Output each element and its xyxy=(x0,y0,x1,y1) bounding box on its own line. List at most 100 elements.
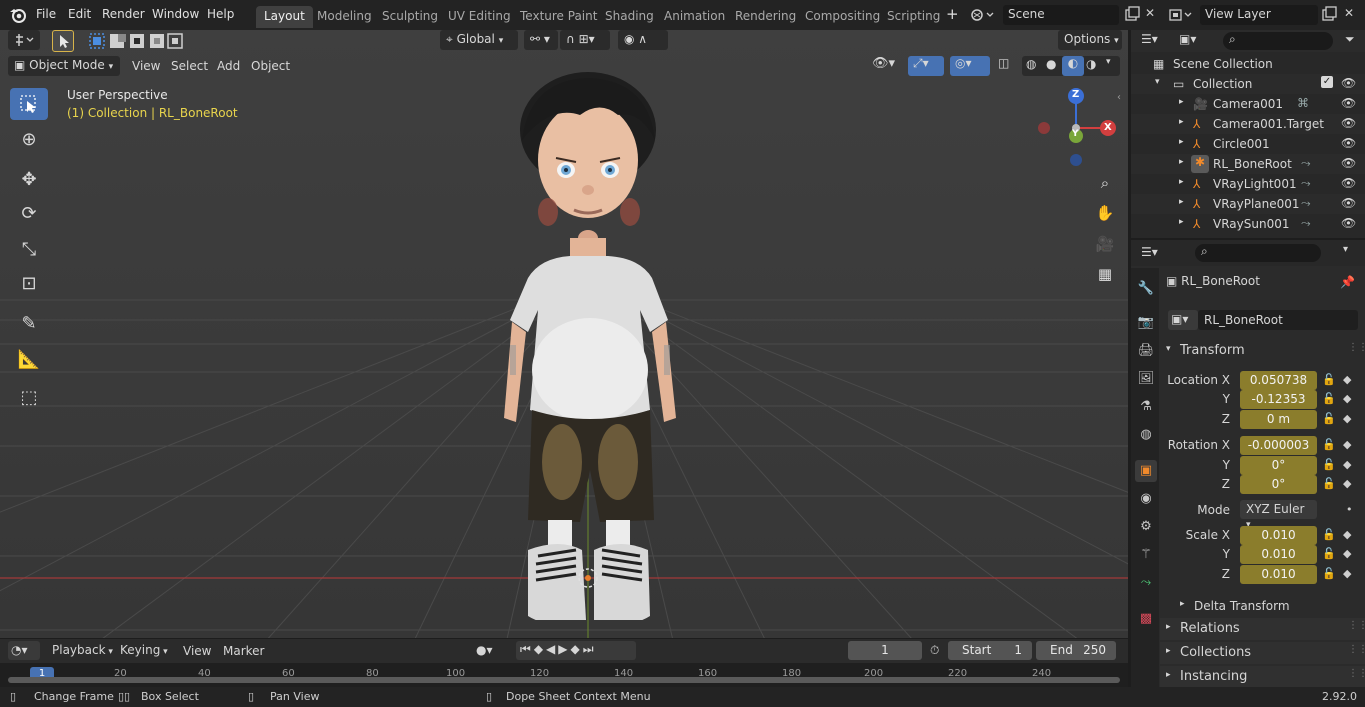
solid-shading-icon[interactable]: ● xyxy=(1046,57,1056,71)
gizmo-toggle[interactable]: ⤢▾ xyxy=(908,56,944,76)
scene-name-field[interactable]: Scene xyxy=(1003,5,1119,25)
annotate-tool[interactable]: ✎ xyxy=(10,308,48,340)
remove-view-layer-icon[interactable]: ✕ xyxy=(1344,6,1358,22)
properties-search-input[interactable]: ⌕ xyxy=(1195,244,1321,262)
zoom-icon[interactable]: ⌕ xyxy=(1092,170,1118,196)
menu-render[interactable]: Render xyxy=(102,7,145,21)
timeline-ruler[interactable]: 1 20 40 60 80 100 120 140 160 180 200 22… xyxy=(0,663,1128,687)
lock-icon[interactable]: 🔓 xyxy=(1322,528,1336,541)
drag-handle-icon[interactable]: ⋮⋮ xyxy=(1348,342,1365,353)
outliner-item-camera001[interactable]: ▸ 🎥 Camera001 ⌘ 👁 xyxy=(1131,94,1365,114)
shading-options-chevron-icon[interactable]: ▾ xyxy=(1106,57,1111,67)
add-workspace-button[interactable]: + xyxy=(946,5,959,23)
viewport-menu-add[interactable]: Add xyxy=(217,59,240,73)
material-shading-icon[interactable]: ◐ xyxy=(1062,56,1084,76)
pin-icon[interactable]: 📌 xyxy=(1340,275,1355,289)
outliner-item-rl-boneroot[interactable]: ▸ ✱ RL_BoneRoot ⤳ 👁 xyxy=(1131,154,1365,174)
keyframe-diamond-icon[interactable]: ◆ xyxy=(1343,392,1351,405)
timeline-editor-type[interactable]: ◔▾ xyxy=(8,641,40,660)
lock-icon[interactable]: 🔓 xyxy=(1322,458,1336,471)
lock-icon[interactable]: 🔓 xyxy=(1322,392,1336,405)
camera-view-icon[interactable]: 🎥 xyxy=(1092,231,1118,257)
tab-layout[interactable]: Layout xyxy=(256,6,313,28)
timeline-view-menu[interactable]: View xyxy=(183,644,211,663)
outliner-editor-icon[interactable]: ☰▾ xyxy=(1141,32,1158,46)
transform-tool[interactable]: ⊡ xyxy=(10,268,48,300)
eye-icon[interactable]: 👁 xyxy=(1341,96,1356,110)
outliner-collection[interactable]: ▾ ▭ Collection ✓ 👁 xyxy=(1131,74,1365,94)
tool-settings-tab-icon[interactable]: 🔧 xyxy=(1135,278,1157,300)
lock-icon[interactable]: 🔓 xyxy=(1322,547,1336,560)
tab-rendering[interactable]: Rendering xyxy=(727,6,804,28)
view-layer-selector-icon[interactable] xyxy=(1168,5,1198,25)
rotate-tool[interactable]: ⟳ xyxy=(10,198,48,230)
expand-chevron-icon[interactable]: ▸ xyxy=(1179,97,1184,107)
expand-chevron-icon[interactable]: ▾ xyxy=(1155,77,1160,87)
box-select-modes-icon[interactable] xyxy=(88,32,184,50)
eye-icon[interactable]: 👁 xyxy=(1341,116,1356,130)
display-mode-icon[interactable]: ▣▾ xyxy=(1179,32,1196,46)
tab-animation[interactable]: Animation xyxy=(656,6,733,28)
expand-chevron-icon[interactable]: ▸ xyxy=(1179,157,1184,167)
timeline-marker-menu[interactable]: Marker xyxy=(223,644,264,663)
outliner-item-camera001-target[interactable]: ▸ ⅄ Camera001.Target 👁 xyxy=(1131,114,1365,134)
render-tab-icon[interactable]: 📷 xyxy=(1135,312,1157,334)
modifiers-tab-icon[interactable]: ◉ xyxy=(1135,488,1157,510)
scale-tool[interactable]: ⤡ xyxy=(10,234,48,266)
outliner-scene-collection[interactable]: ▦ Scene Collection xyxy=(1131,54,1365,74)
menu-edit[interactable]: Edit xyxy=(68,7,91,21)
physics-tab-icon[interactable]: ⚚ xyxy=(1135,544,1157,566)
rotation-z-field[interactable]: 0° xyxy=(1240,475,1317,494)
3d-viewport[interactable]: ⌖ Global ▾ ⚯ ▾ ∩ ⊞▾ ◉ ∧ Options ▾ ▣ Obje… xyxy=(0,30,1128,638)
new-scene-icon[interactable] xyxy=(1123,5,1141,23)
lock-icon[interactable]: 🔓 xyxy=(1322,373,1336,386)
viewport-menu-select[interactable]: Select xyxy=(171,59,208,73)
keyframe-diamond-icon[interactable]: ◆ xyxy=(1343,547,1351,560)
jump-start-icon[interactable]: ⏮ xyxy=(520,642,534,656)
character-model[interactable] xyxy=(490,70,690,620)
outliner-item-circle001[interactable]: ▸ ⅄ Circle001 👁 xyxy=(1131,134,1365,154)
move-tool[interactable]: ✥ xyxy=(10,164,48,196)
current-frame-field[interactable]: 1 xyxy=(848,641,922,660)
keyframe-diamond-icon[interactable]: ◆ xyxy=(1343,373,1351,386)
object-type-dropdown[interactable]: ▣▾ xyxy=(1168,310,1198,330)
outliner-item-vraylight001[interactable]: ▸ ⅄ VRayLight001 ⤳ 👁 xyxy=(1131,174,1365,194)
viewport-menu-object[interactable]: Object xyxy=(251,59,290,73)
tab-texture-paint[interactable]: Texture Paint xyxy=(512,6,605,28)
menu-window[interactable]: Window xyxy=(152,7,199,21)
outliner-search-input[interactable]: ⌕ xyxy=(1223,32,1333,50)
filter-icon[interactable]: ⏷ xyxy=(1345,32,1355,47)
overlays-toggle[interactable]: ◎▾ xyxy=(950,56,990,76)
instancing-panel-header[interactable]: ▸ Instancing ⋮⋮ xyxy=(1160,666,1365,687)
drag-handle-icon[interactable]: ⋮⋮ xyxy=(1348,620,1365,631)
lock-icon[interactable]: 🔓 xyxy=(1322,567,1336,580)
delta-transform-subpanel[interactable]: ▸ Delta Transform xyxy=(1160,596,1365,616)
prev-keyframe-icon[interactable]: ◆ xyxy=(534,642,546,656)
collection-checkbox-icon[interactable]: ✓ xyxy=(1321,76,1333,88)
tab-scripting[interactable]: Scripting xyxy=(879,6,948,28)
lock-icon[interactable]: 🔓 xyxy=(1322,412,1336,425)
blender-logo-icon[interactable] xyxy=(9,6,27,24)
expand-chevron-icon[interactable]: ▸ xyxy=(1179,137,1184,147)
menu-file[interactable]: File xyxy=(36,7,56,21)
perspective-grid-icon[interactable]: ▦ xyxy=(1092,261,1118,287)
keyframe-diamond-icon[interactable]: ◆ xyxy=(1343,477,1351,490)
stopwatch-icon[interactable]: ⏱ xyxy=(930,643,939,658)
expand-chevron-icon[interactable]: ▸ xyxy=(1179,177,1184,187)
pan-hand-icon[interactable]: ✋ xyxy=(1092,200,1118,226)
scale-x-field[interactable]: 0.010 xyxy=(1240,526,1317,545)
timeline-scrollbar[interactable] xyxy=(8,677,1120,683)
tab-uv-editing[interactable]: UV Editing xyxy=(440,6,519,28)
drag-handle-icon[interactable]: ⋮⋮ xyxy=(1348,644,1365,655)
eye-icon[interactable]: 👁 xyxy=(1341,176,1356,190)
scale-y-field[interactable]: 0.010 xyxy=(1240,545,1317,564)
tab-shading[interactable]: Shading xyxy=(597,6,662,28)
keyframe-diamond-icon[interactable]: ◆ xyxy=(1343,528,1351,541)
options-dropdown[interactable]: Options ▾ xyxy=(1058,30,1122,50)
location-y-field[interactable]: -0.12353 xyxy=(1240,390,1317,409)
outliner-item-vraysun001[interactable]: ▸ ⅄ VRaySun001 ⤳ 👁 xyxy=(1131,214,1365,234)
cursor-tool[interactable]: ⊕ xyxy=(10,124,48,156)
rotation-x-field[interactable]: -0.000003 xyxy=(1240,436,1317,455)
particles-tab-icon[interactable]: ⚙ xyxy=(1135,516,1157,538)
lock-icon[interactable]: 🔓 xyxy=(1322,438,1336,451)
